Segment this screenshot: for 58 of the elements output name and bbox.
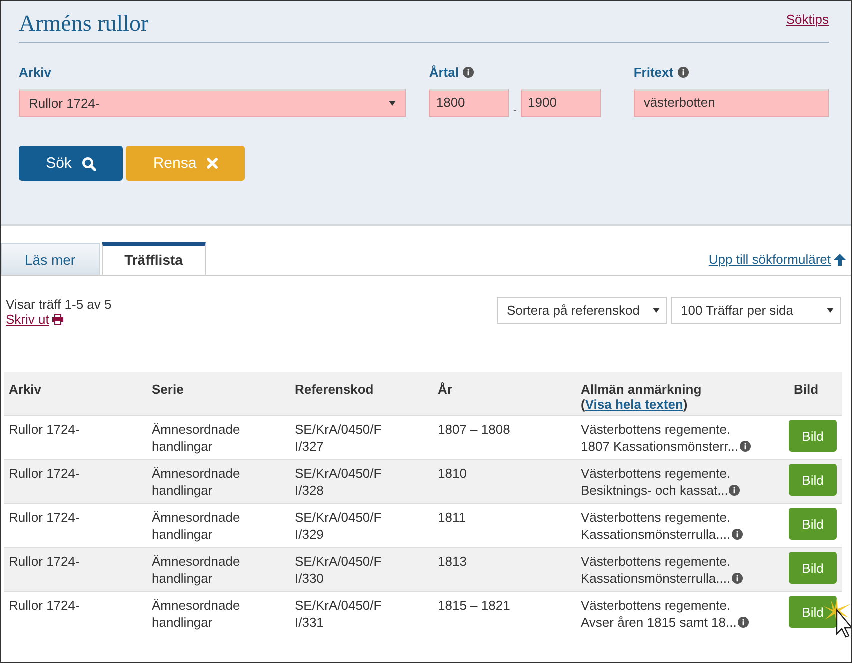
info-icon [738, 617, 749, 628]
table-cell: Ämnesordnade handlingar [147, 592, 290, 635]
column-header: Arkiv [4, 372, 147, 416]
year-from-field[interactable]: 1800 [429, 89, 510, 117]
table-cell: Ämnesordnade handlingar [147, 460, 290, 504]
field-label: Fritext [634, 65, 674, 80]
info-icon [732, 573, 743, 584]
table-cell: 1815 – 1821 [433, 592, 576, 635]
caret-icon [389, 101, 396, 106]
info-icon [732, 529, 743, 540]
freetext-field[interactable]: västerbotten [634, 89, 829, 117]
back-to-top-link[interactable]: Upp till sökformuläret [708, 252, 846, 267]
table-cell: Rullor 1724- [4, 460, 147, 504]
search-icon [82, 156, 96, 170]
info-icon [678, 67, 689, 78]
close-icon [206, 158, 218, 169]
year-to-field[interactable]: 1900 [521, 89, 602, 117]
dropdown[interactable]: 100 Träffar per sida [671, 297, 841, 324]
archive-select[interactable]: Rullor 1724- [19, 89, 406, 117]
page-title: Arméns rullor [19, 11, 149, 37]
search-button[interactable]: Sök [19, 146, 123, 181]
column-header: Serie [147, 372, 290, 416]
table-cell: SE/KrA/0450/F I/331 [290, 592, 433, 635]
parenthesis: ) [683, 397, 688, 412]
show-full-text-link[interactable]: Visa hela texten [585, 397, 684, 412]
parenthesis: ( [581, 397, 586, 412]
arrow-up-icon [834, 254, 846, 266]
result-summary: Visar träff 1-5 av 5 [6, 297, 112, 312]
column-header: År [433, 372, 576, 416]
range-separator: - [513, 105, 518, 117]
caret-icon [827, 308, 834, 313]
tab[interactable]: Läs mer [1, 243, 100, 275]
table-cell: Västerbottens regemente. 1807 Kassationsmönsterr... [581, 422, 739, 454]
table-cell: Ämnesordnade handlingar [147, 548, 290, 592]
table-cell: Västerbottens regemente. Kassationsmönsterrulla.... [581, 554, 731, 586]
column-header: Referenskod [290, 372, 433, 416]
print-link[interactable]: Skriv ut [6, 312, 112, 327]
info-icon [729, 485, 740, 496]
info-icon [462, 67, 474, 78]
table-cell: SE/KrA/0450/F I/328 [290, 460, 433, 504]
table-cell: Rullor 1724- [4, 548, 147, 592]
field-label: Årtal [429, 65, 459, 80]
table-cell: 1810 [433, 460, 576, 504]
table-cell: Västerbottens regemente. Kassationsmönsterrulla.... [581, 510, 731, 542]
table-cell: Västerbottens regemente. Besiktnings- och kassat... [581, 466, 731, 498]
tab[interactable]: Träfflista [102, 242, 206, 276]
column-header: Allmän anmärkning [581, 382, 703, 397]
table-cell: Västerbottens regemente. Avser åren 1815 samt 18... [581, 598, 737, 630]
column-header: Bild [789, 372, 842, 416]
table-cell: 1813 [433, 548, 576, 592]
printer-icon [52, 314, 64, 325]
info-icon [740, 441, 751, 452]
table-cell: SE/KrA/0450/F I/330 [290, 548, 433, 592]
caret-icon [653, 308, 660, 313]
table-cell: Rullor 1724- [4, 592, 147, 635]
help-link[interactable]: Söktips [786, 12, 829, 27]
dropdown[interactable]: Sortera på referenskod [497, 297, 667, 324]
field-label: Arkiv [19, 65, 53, 80]
